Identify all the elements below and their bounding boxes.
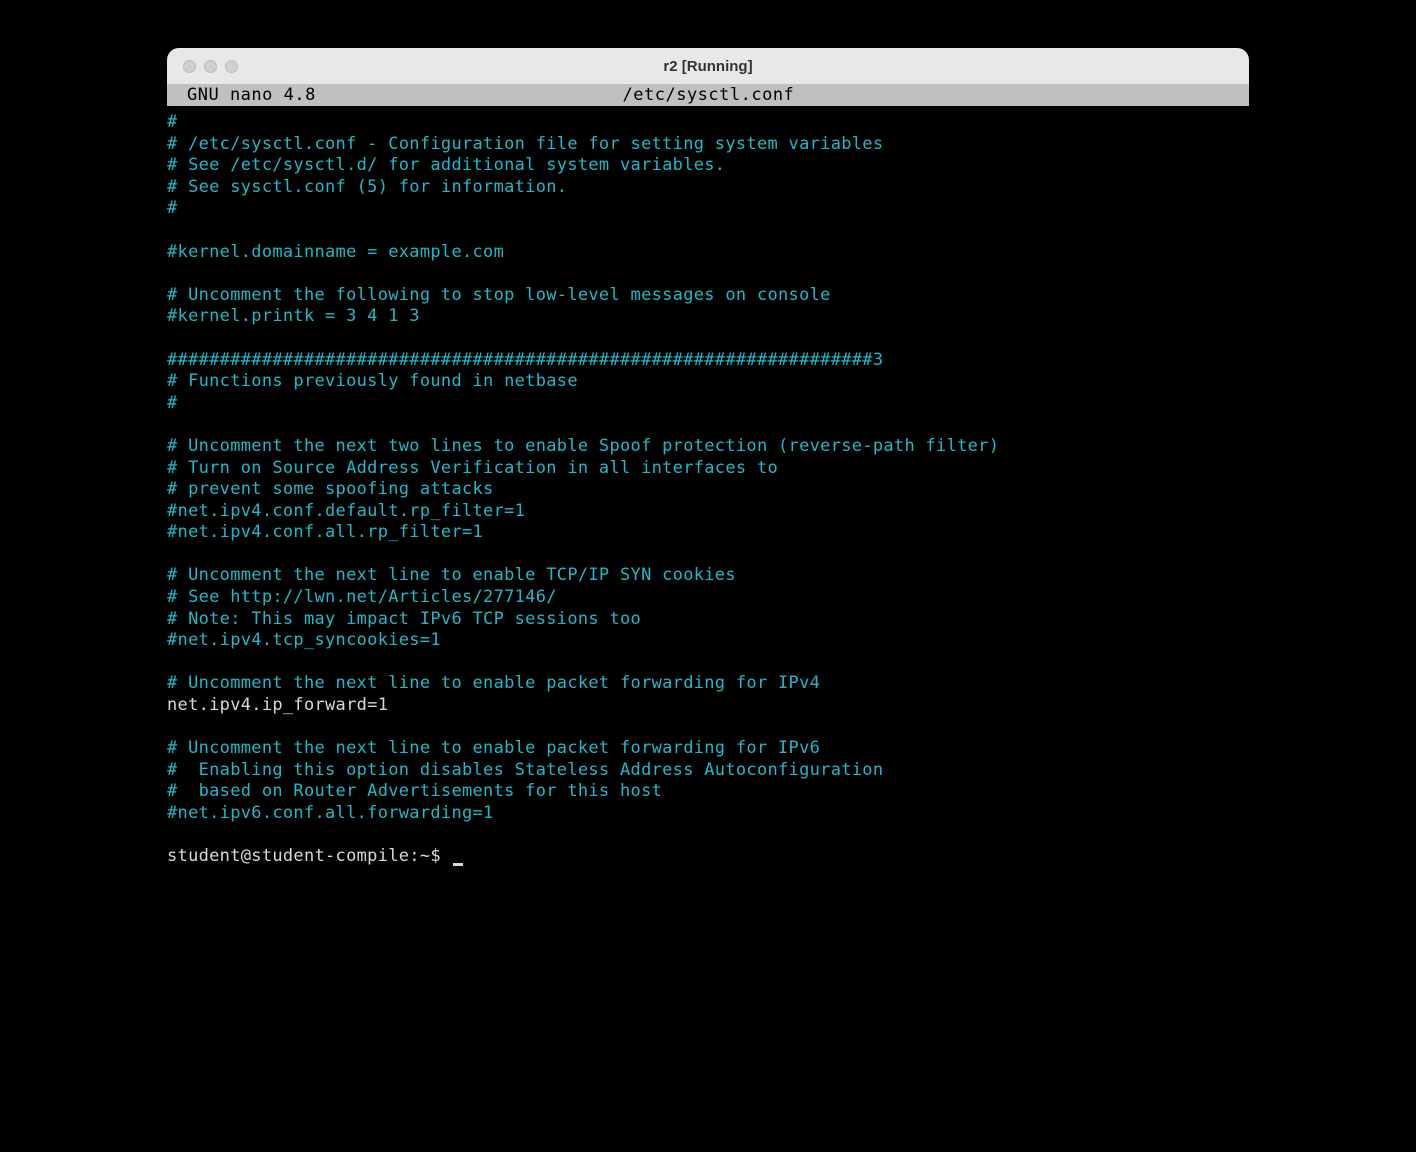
cursor-icon (453, 863, 463, 866)
file-line[interactable]: #net.ipv4.tcp_syncookies=1 (167, 630, 1249, 652)
file-line[interactable]: # (167, 393, 1249, 415)
file-line[interactable]: # Note: This may impact IPv6 TCP session… (167, 609, 1249, 631)
nano-file-path: /etc/sysctl.conf (316, 85, 1101, 105)
file-line[interactable]: net.ipv4.ip_forward=1 (167, 695, 1249, 717)
file-line[interactable]: #net.ipv6.conf.all.forwarding=1 (167, 803, 1249, 825)
file-line[interactable]: # Uncomment the next line to enable pack… (167, 738, 1249, 760)
file-line[interactable]: #net.ipv4.conf.all.rp_filter=1 (167, 522, 1249, 544)
file-line[interactable]: #kernel.domainname = example.com (167, 242, 1249, 264)
window-titlebar[interactable]: r2 [Running] (167, 48, 1249, 84)
file-line[interactable] (167, 328, 1249, 350)
nano-app-name: GNU nano 4.8 (175, 85, 316, 105)
file-line[interactable]: # (167, 198, 1249, 220)
file-line[interactable]: # based on Router Advertisements for thi… (167, 781, 1249, 803)
file-line[interactable] (167, 652, 1249, 674)
file-line[interactable]: # Uncomment the next line to enable TCP/… (167, 565, 1249, 587)
vm-window: r2 [Running] GNU nano 4.8 /etc/sysctl.co… (167, 48, 1249, 881)
terminal-viewport[interactable]: ## /etc/sysctl.conf - Configuration file… (167, 106, 1249, 881)
close-button[interactable] (183, 60, 196, 73)
file-line[interactable]: # See sysctl.conf (5) for information. (167, 177, 1249, 199)
file-line[interactable] (167, 220, 1249, 242)
file-line[interactable]: # Uncomment the following to stop low-le… (167, 285, 1249, 307)
file-line[interactable]: # (167, 112, 1249, 134)
minimize-button[interactable] (204, 60, 217, 73)
file-line[interactable]: # See http://lwn.net/Articles/277146/ (167, 587, 1249, 609)
file-content[interactable]: ## /etc/sysctl.conf - Configuration file… (167, 112, 1249, 825)
file-line[interactable]: #net.ipv4.conf.default.rp_filter=1 (167, 501, 1249, 523)
file-line[interactable]: # Uncomment the next line to enable pack… (167, 673, 1249, 695)
file-line[interactable]: #kernel.printk = 3 4 1 3 (167, 306, 1249, 328)
shell-prompt-line[interactable]: student@student-compile:~$ (167, 846, 1249, 868)
file-line[interactable] (167, 414, 1249, 436)
window-title: r2 [Running] (183, 58, 1233, 75)
file-line[interactable]: # Enabling this option disables Stateles… (167, 760, 1249, 782)
maximize-button[interactable] (225, 60, 238, 73)
file-line[interactable]: # /etc/sysctl.conf - Configuration file … (167, 134, 1249, 156)
file-line[interactable] (167, 544, 1249, 566)
file-line[interactable]: # See /etc/sysctl.d/ for additional syst… (167, 155, 1249, 177)
shell-prompt: student@student-compile:~$ (167, 846, 451, 866)
traffic-lights (183, 60, 238, 73)
file-line[interactable]: ########################################… (167, 350, 1249, 372)
nano-header-bar: GNU nano 4.8 /etc/sysctl.conf (167, 84, 1249, 106)
file-line[interactable] (167, 263, 1249, 285)
file-line[interactable]: # prevent some spoofing attacks (167, 479, 1249, 501)
file-line[interactable]: # Uncomment the next two lines to enable… (167, 436, 1249, 458)
file-line[interactable] (167, 717, 1249, 739)
file-line[interactable]: # Turn on Source Address Verification in… (167, 458, 1249, 480)
file-line[interactable]: # Functions previously found in netbase (167, 371, 1249, 393)
